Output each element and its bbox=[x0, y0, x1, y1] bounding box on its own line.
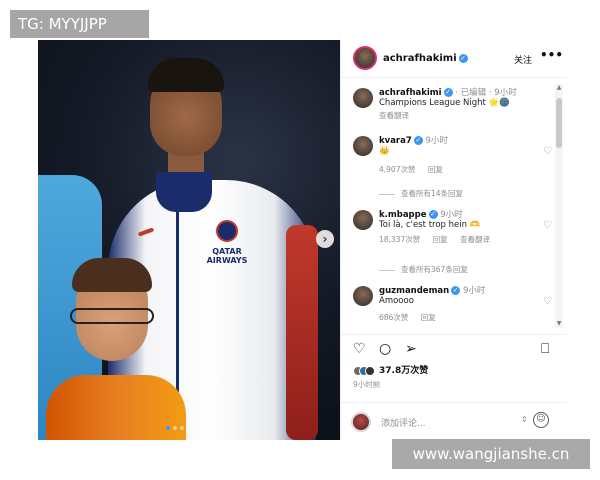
comment-time: 9小时 bbox=[425, 136, 448, 146]
comment-header: guzmandeman ✓ 9小时 bbox=[379, 284, 485, 296]
comment-username[interactable]: guzmandeman bbox=[379, 286, 449, 296]
comment-header: k.mbappe ✓ 9小时 bbox=[379, 208, 463, 220]
likes-summary[interactable]: 37.8万次赞 bbox=[353, 363, 428, 376]
caption-edited: · 已编辑 · 9小时 bbox=[455, 88, 517, 98]
chevron-right-icon[interactable]: › bbox=[316, 230, 334, 248]
scroll-thumb[interactable] bbox=[556, 98, 562, 148]
avatar[interactable] bbox=[353, 286, 373, 306]
comment-text: Amoooo bbox=[379, 296, 414, 306]
translate-link[interactable]: 查看翻译 bbox=[379, 111, 409, 120]
post-photo[interactable]: QATAR AIRWAYS › bbox=[38, 40, 340, 440]
comment-heart-icon[interactable]: ♡ bbox=[543, 220, 552, 231]
watermark-bottom: www.wangjianshe.cn bbox=[392, 439, 590, 469]
comment-meta: 686次赞 回复 bbox=[379, 312, 446, 323]
avatar bbox=[351, 412, 371, 432]
comment-header: kvara7 ✓ 9小时 bbox=[379, 134, 448, 146]
comment-input[interactable]: 添加评论... bbox=[381, 416, 426, 429]
reply-button[interactable]: 回复 bbox=[433, 235, 448, 244]
post-time: 9小时前 bbox=[353, 380, 381, 389]
caption-translate[interactable]: 查看翻译 bbox=[379, 110, 419, 121]
avatar[interactable] bbox=[353, 88, 373, 108]
carousel-dot bbox=[173, 426, 177, 430]
comment-heart-icon[interactable]: ♡ bbox=[543, 296, 552, 307]
caption-header: achrafhakimi ✓ · 已编辑 · 9小时 bbox=[379, 86, 517, 98]
comment-text: 👑 bbox=[379, 146, 390, 156]
verified-icon: ✓ bbox=[451, 286, 461, 295]
comment-likes[interactable]: 4,907次赞 bbox=[379, 165, 415, 174]
photo-collar bbox=[156, 172, 212, 212]
comment-stepper-icon[interactable]: ⇕ bbox=[521, 415, 528, 424]
photo-kid-glasses bbox=[70, 308, 154, 324]
carousel-dot-active bbox=[166, 426, 170, 430]
reply-button[interactable]: 回复 bbox=[421, 313, 436, 322]
watermark-top: TG: MYYJJPP bbox=[10, 10, 149, 38]
reply-button[interactable]: 回复 bbox=[428, 165, 443, 174]
comment-time: 9小时 bbox=[440, 210, 463, 220]
post-side-panel: achrafhakimi ✓ 关注 ••• achrafhakimi ✓ · 已编辑… bbox=[340, 40, 567, 440]
comment-text: Toi là, c'est trop hein 🫶 bbox=[379, 220, 481, 230]
scroll-down-icon[interactable]: ▼ bbox=[555, 320, 563, 328]
heart-icon[interactable]: ♡ bbox=[353, 342, 366, 356]
bookmark-icon[interactable]: ⎕ bbox=[541, 342, 549, 356]
add-comment-bar: 添加评论... ⇕ ☺ bbox=[341, 402, 567, 440]
avatar[interactable] bbox=[353, 46, 377, 70]
caption-username[interactable]: achrafhakimi bbox=[379, 88, 442, 98]
likes-count[interactable]: 37.8万次赞 bbox=[379, 366, 428, 376]
sponsor-logo: QATAR AIRWAYS bbox=[206, 247, 248, 265]
comment-likes[interactable]: 18,337次赞 bbox=[379, 235, 420, 244]
psg-crest-icon bbox=[216, 220, 238, 242]
comment-heart-icon[interactable]: ♡ bbox=[543, 146, 552, 157]
smile-icon[interactable]: ☺ bbox=[533, 412, 549, 428]
more-options-icon[interactable]: ••• bbox=[540, 48, 563, 62]
comment-likes[interactable]: 686次赞 bbox=[379, 313, 408, 322]
view-replies-link[interactable]: 查看所有367条回复 bbox=[379, 264, 468, 275]
header-username-text[interactable]: achrafhakimi bbox=[383, 53, 457, 64]
header-username[interactable]: achrafhakimi ✓ bbox=[383, 53, 468, 64]
translate-link[interactable]: 查看翻译 bbox=[460, 235, 490, 244]
photo-kid-shirt bbox=[46, 375, 186, 440]
view-replies-link[interactable]: 查看所有14条回复 bbox=[379, 188, 463, 199]
comment-meta: 4,907次赞 回复 bbox=[379, 164, 453, 175]
photo-kid-hair bbox=[72, 258, 152, 292]
post-header: achrafhakimi ✓ 关注 ••• bbox=[341, 40, 567, 78]
photo-sleeve bbox=[286, 225, 318, 440]
verified-icon: ✓ bbox=[428, 210, 438, 219]
comments-scrollbar[interactable]: ▲ ▼ bbox=[555, 84, 563, 328]
instagram-post: QATAR AIRWAYS › achrafhakimi ✓ 关注 ••• ach… bbox=[38, 40, 567, 440]
caption-text: Champions League Night 🌟🌚 bbox=[379, 98, 510, 108]
send-icon[interactable]: ➢ bbox=[405, 342, 417, 356]
comment-username[interactable]: k.mbappe bbox=[379, 210, 427, 220]
comment-username[interactable]: kvara7 bbox=[379, 136, 412, 146]
action-bar: ♡ ○ ➢ ⎕ bbox=[341, 334, 567, 362]
avatar[interactable] bbox=[353, 136, 373, 156]
scroll-up-icon[interactable]: ▲ bbox=[555, 84, 563, 92]
comment-time: 9小时 bbox=[462, 286, 486, 296]
avatar bbox=[365, 365, 375, 376]
follow-button[interactable]: 关注 bbox=[514, 53, 532, 66]
comment-meta: 18,337次赞 回复 查看翻译 bbox=[379, 234, 500, 245]
photo-player-hair bbox=[148, 58, 224, 92]
verified-icon: ✓ bbox=[458, 53, 468, 63]
avatar[interactable] bbox=[353, 210, 373, 230]
comments-list[interactable]: achrafhakimi ✓ · 已编辑 · 9小时 Champions Leag… bbox=[341, 78, 567, 334]
verified-icon: ✓ bbox=[413, 136, 423, 145]
carousel-dot bbox=[180, 426, 184, 430]
carousel-dots bbox=[166, 426, 184, 430]
verified-icon: ✓ bbox=[443, 88, 453, 97]
comment-icon[interactable]: ○ bbox=[379, 342, 391, 356]
